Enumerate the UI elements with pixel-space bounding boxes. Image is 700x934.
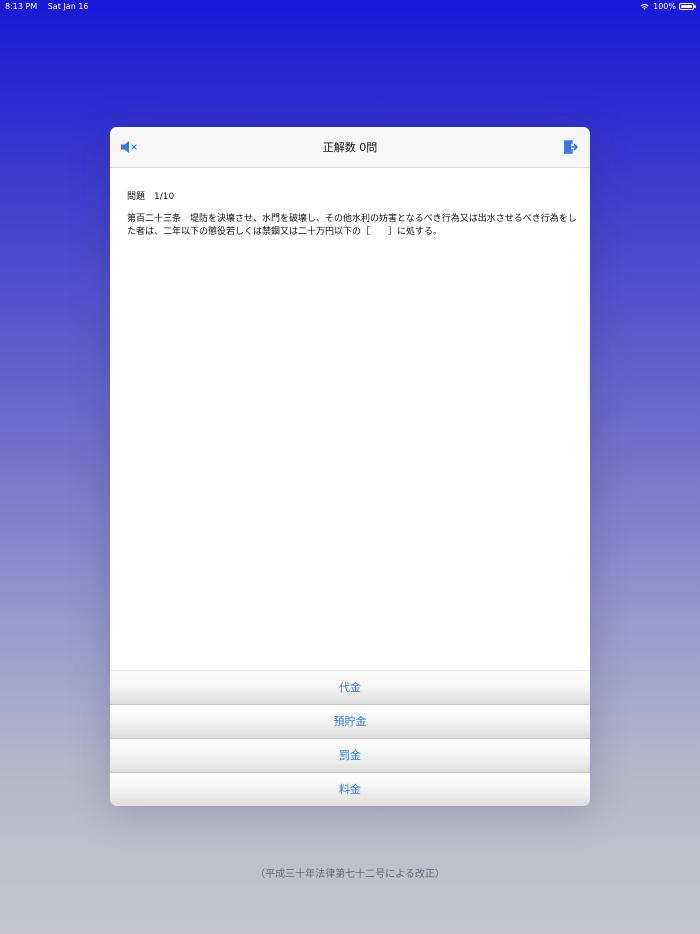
correct-count-title: 正解数 0問: [322, 141, 378, 154]
status-right: 100%: [640, 0, 696, 13]
amendment-note: （平成三十年法律第七十二号による改正）: [255, 869, 445, 880]
question-number: 問題 1/10: [127, 192, 175, 202]
battery-percentage: 100%: [653, 2, 676, 11]
status-bar: 8:13 PM Sat Jan 16 100%: [0, 0, 700, 13]
answer-button-2[interactable]: 預貯金: [110, 705, 590, 739]
status-time: 8:13 PM: [5, 2, 38, 11]
exit-button[interactable]: [562, 139, 580, 155]
question-area: 問題 1/10 第百二十三条 堤防を決壊させ、水門を破壊し、その他水利の妨害とな…: [127, 190, 577, 239]
exit-icon: [563, 140, 578, 154]
status-left: 8:13 PM Sat Jan 16: [5, 0, 89, 13]
status-date: Sat Jan 16: [47, 2, 89, 11]
wifi-icon: [640, 4, 649, 10]
answer-button-4[interactable]: 料金: [110, 773, 590, 806]
question-text: 第百二十三条 堤防を決壊させ、水門を破壊し、その他水利の妨害となるべき行為又は出…: [127, 214, 577, 237]
quiz-dialog: 正解数 0問 問題 1/10 第百二十三条 堤防を決壊させ、水門を破壊し、その他…: [110, 127, 590, 806]
answer-list: 代金 預貯金 罰金 料金: [110, 670, 590, 806]
battery-icon: [679, 3, 696, 10]
answer-button-3[interactable]: 罰金: [110, 739, 590, 773]
dialog-header: 正解数 0問: [110, 127, 590, 168]
answer-button-1[interactable]: 代金: [110, 671, 590, 705]
